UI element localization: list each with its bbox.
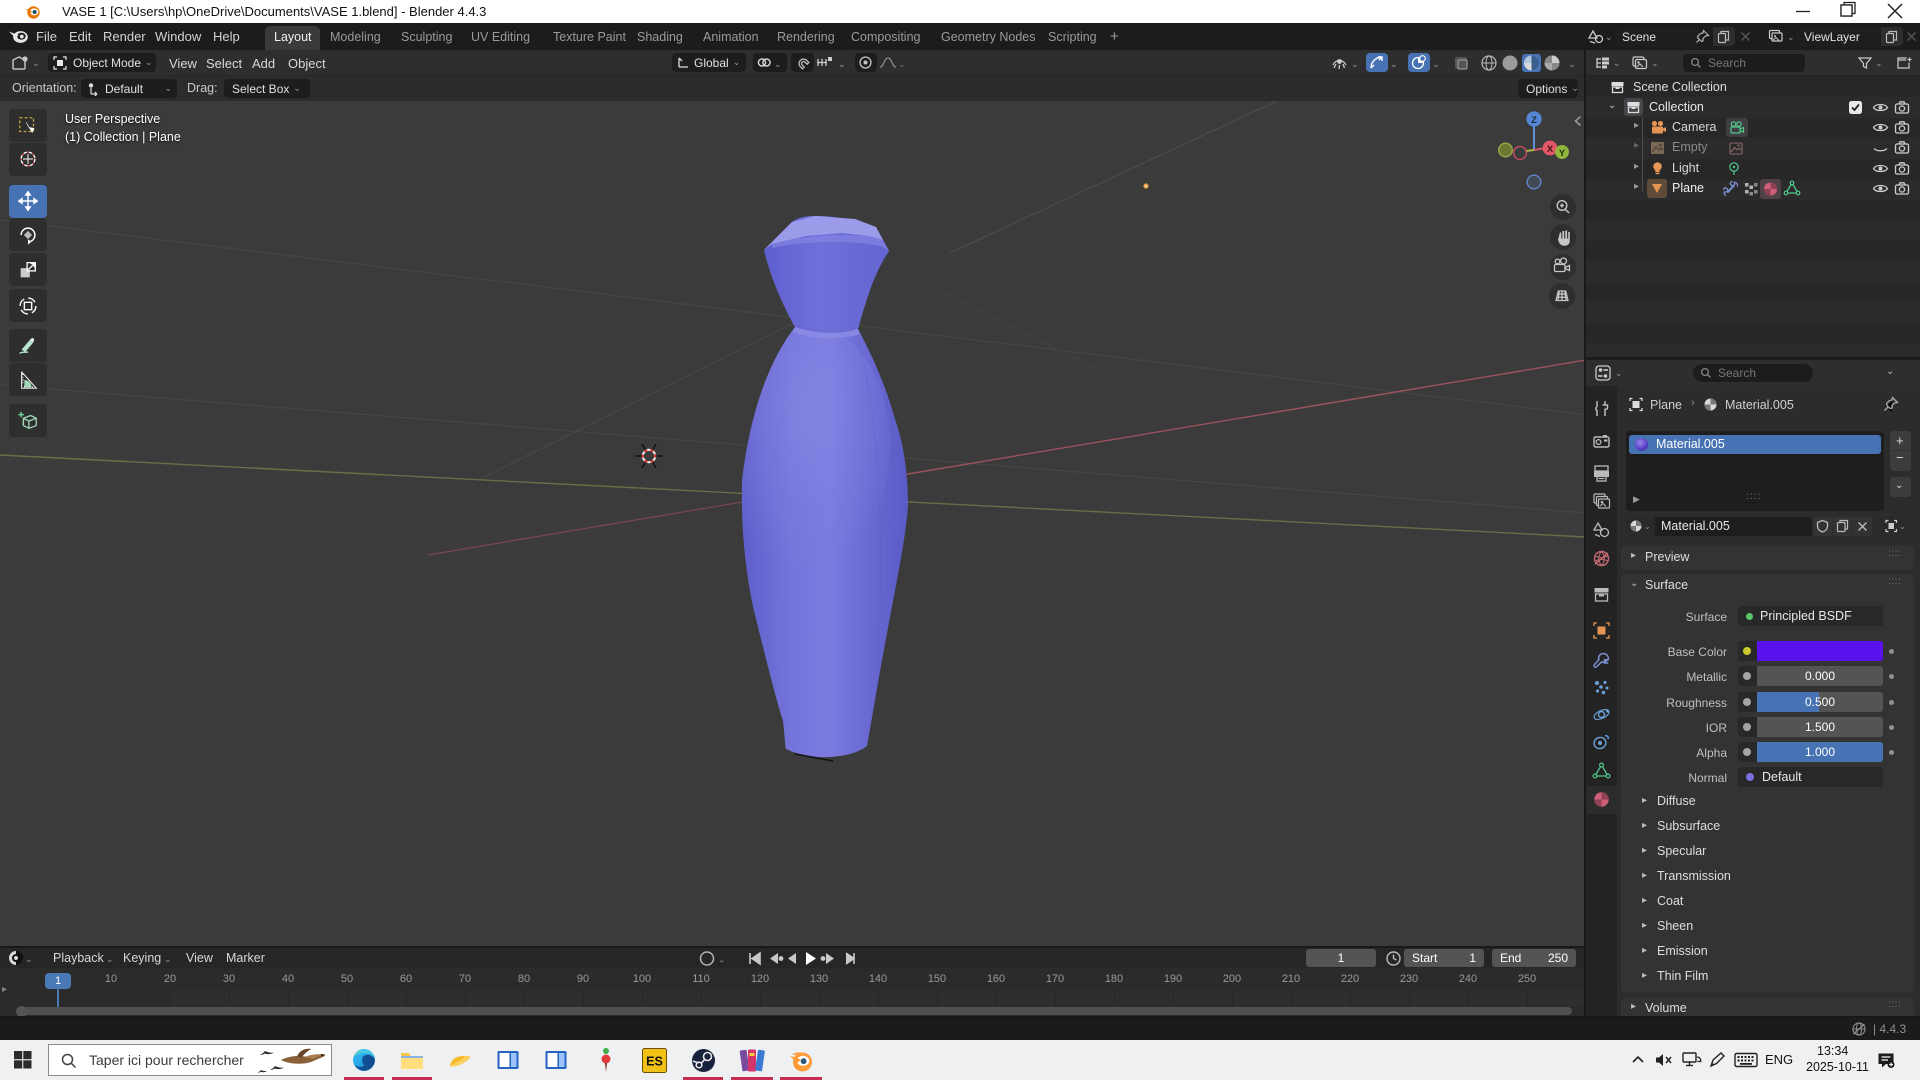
svg-text:ES: ES xyxy=(646,1055,663,1069)
svg-text:Z: Z xyxy=(1531,115,1537,126)
svg-text:Y: Y xyxy=(1559,148,1566,159)
svg-text:⌄: ⌄ xyxy=(1568,59,1576,69)
svg-text:X: X xyxy=(1547,144,1554,155)
svg-text:⌄: ⌄ xyxy=(25,954,33,964)
svg-text:⌄: ⌄ xyxy=(718,955,726,965)
